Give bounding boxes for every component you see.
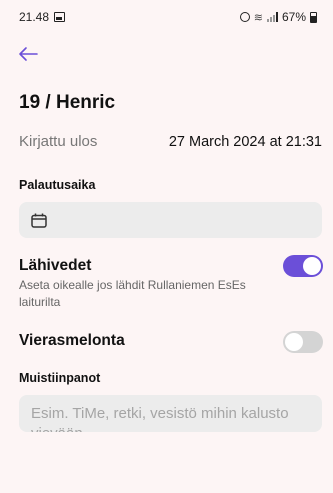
home-waters-description: Aseta oikealle jos lähdit Rullaniemen Es… (19, 278, 246, 309)
wifi-icon: ≋ (253, 11, 263, 24)
logged-out-value: 27 March 2024 at 21:31 (168, 133, 322, 150)
toggle-knob (285, 333, 303, 351)
status-bar-left: 21.48 (19, 10, 66, 24)
notes-input[interactable]: Esim. TiMe, retki, vesistö mihin kalusto… (19, 395, 322, 432)
return-time-field[interactable] (19, 202, 322, 238)
toggle-knob (303, 257, 321, 275)
alarm-icon (239, 12, 250, 22)
page-title: 19 / Henric (19, 92, 116, 113)
arrow-left-icon (19, 47, 38, 61)
return-time-label: Palautusaika (19, 178, 96, 192)
home-waters-toggle[interactable] (283, 255, 323, 277)
guest-paddling-title: Vierasmelonta (19, 332, 125, 349)
status-time: 21.48 (19, 10, 50, 24)
logged-out-label: Kirjattu ulos (19, 133, 98, 150)
status-bar-right: ≋ 67% (239, 10, 317, 24)
battery-percent: 67% (281, 10, 306, 24)
status-bar: 21.48 ≋ 67% (0, 0, 333, 34)
image-notification-icon (54, 12, 66, 22)
battery-icon (310, 11, 317, 23)
calendar-icon (31, 213, 47, 228)
signal-icon (266, 12, 278, 22)
back-button[interactable] (16, 42, 40, 66)
home-waters-title: Lähivedet (19, 257, 92, 274)
notes-label: Muistiinpanot (19, 371, 101, 385)
logged-out-row: Kirjattu ulos 27 March 2024 at 21:31 (19, 133, 322, 150)
guest-paddling-toggle[interactable] (283, 331, 323, 353)
